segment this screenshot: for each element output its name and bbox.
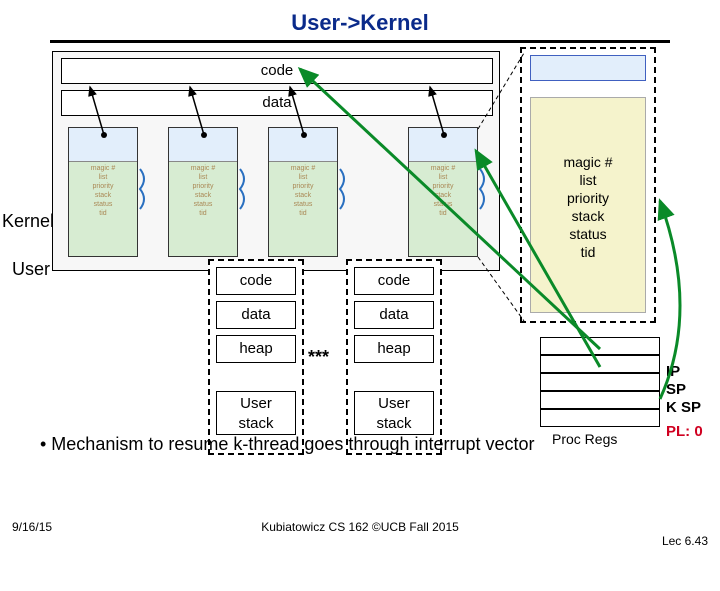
reg-ip: IP — [666, 363, 680, 380]
user-code-r: code — [354, 267, 434, 295]
footer: 9/16/15 Kubiatowicz CS 162 ©UCB Fall 201… — [0, 520, 720, 534]
footer-right: Lec 6.43 — [662, 534, 708, 548]
user-col-right: code data heap User stack — [346, 259, 442, 455]
title-underline — [50, 40, 670, 43]
user-stack-l: User stack — [216, 391, 296, 435]
tcb-seg-1: magic # list priority stack status tid — [68, 127, 138, 257]
user-code-l: code — [216, 267, 296, 295]
kernel-label: Kernel — [2, 211, 54, 232]
slide-title: User->Kernel — [0, 0, 720, 40]
tcb-text-3: magic # list priority stack status tid — [271, 164, 335, 218]
tcb-text-2: magic # list priority stack status tid — [171, 164, 235, 218]
reg-ksp: K SP — [666, 399, 701, 416]
user-heap-r: heap — [354, 335, 434, 363]
expanded-tcb-text: magic # list priority stack status tid — [532, 153, 644, 261]
kernel-code-strip: code — [61, 58, 493, 84]
expanded-tcb: magic # list priority stack status tid — [520, 47, 656, 323]
user-stack-r: User stack — [354, 391, 434, 435]
tcb-seg-3: magic # list priority stack status tid — [268, 127, 338, 257]
user-data-l: data — [216, 301, 296, 329]
user-col-left: code data heap User stack — [208, 259, 304, 455]
footer-date: 9/16/15 — [12, 520, 52, 534]
reg-sp: SP — [666, 381, 686, 398]
footer-center: Kubiatowicz CS 162 ©UCB Fall 2015 — [0, 520, 720, 534]
user-label: User — [12, 259, 50, 280]
diagram-stage: code data magic # list priority stack st… — [0, 51, 720, 471]
proc-regs-box — [540, 337, 660, 427]
tcb-text-4: magic # list priority stack status tid — [411, 164, 475, 218]
bullet-text: • Mechanism to resume k-thread goes thro… — [40, 434, 690, 455]
tcb-text-1: magic # list priority stack status tid — [71, 164, 135, 218]
user-heap-l: heap — [216, 335, 296, 363]
kernel-data-strip: data — [61, 90, 493, 116]
tcb-seg-2: magic # list priority stack status tid — [168, 127, 238, 257]
user-data-r: data — [354, 301, 434, 329]
ellipsis: *** — [308, 347, 329, 368]
tcb-seg-4: magic # list priority stack status tid — [408, 127, 478, 257]
